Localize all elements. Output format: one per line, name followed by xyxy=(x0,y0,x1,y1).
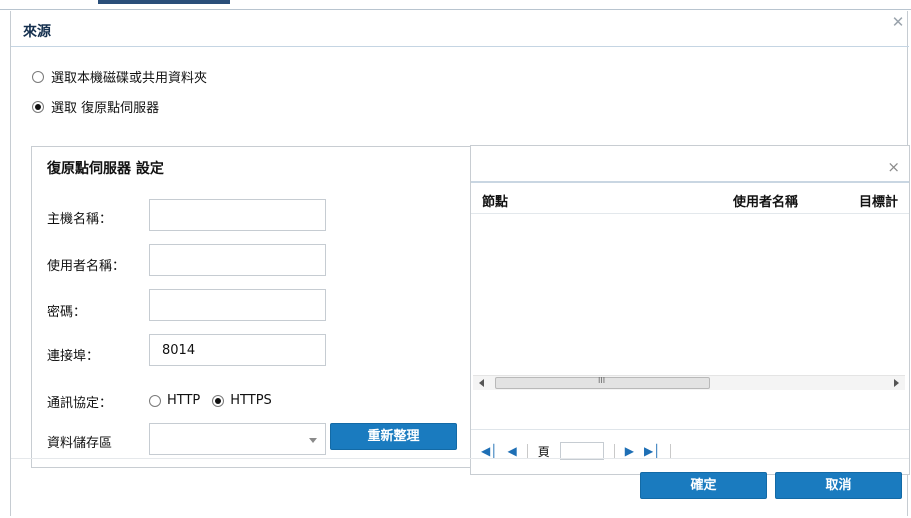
radio-local-disk[interactable] xyxy=(32,70,44,83)
host-label: 主機名稱： xyxy=(47,212,113,227)
background-tab-fragment xyxy=(98,0,230,4)
radio-rps[interactable] xyxy=(32,100,44,113)
port-label: 連接埠： xyxy=(47,349,100,364)
protocol-options: HTTP HTTPS xyxy=(149,393,272,408)
footer-divider xyxy=(11,458,909,459)
radio-local-disk-label: 選取本機磁碟或共用資料夾 xyxy=(51,71,208,86)
column-header-target[interactable]: 目標計 xyxy=(859,191,898,210)
username-label: 使用者名稱： xyxy=(47,259,126,274)
password-input[interactable] xyxy=(149,289,326,321)
node-grid-panel: × 節點 使用者名稱 目標計 III ◀│ ◀ 頁 ▶ ▶│ xyxy=(470,145,910,475)
horizontal-scrollbar[interactable]: III xyxy=(473,375,905,390)
scroll-right-icon[interactable] xyxy=(894,379,899,387)
radio-http-label: HTTP xyxy=(167,393,201,408)
pager-divider xyxy=(670,444,672,458)
radio-https[interactable] xyxy=(212,394,225,407)
dropdown-arrow-icon[interactable] xyxy=(309,438,317,443)
radio-rps-option[interactable]: 選取 復原點伺服器 xyxy=(32,97,159,116)
username-input[interactable] xyxy=(149,244,326,276)
close-icon[interactable]: ✕ xyxy=(891,15,905,30)
port-input[interactable]: 8014 xyxy=(149,334,326,366)
pager-divider xyxy=(526,444,528,458)
page-label: 頁 xyxy=(537,444,550,459)
next-page-icon[interactable]: ▶ xyxy=(625,444,634,458)
background-window-edge xyxy=(0,0,911,10)
rps-settings-panel: 復原點伺服器 設定 主機名稱： 使用者名稱： 密碼： 連接埠： 8014 通訊協… xyxy=(31,146,471,468)
radio-http[interactable] xyxy=(149,394,161,407)
last-page-icon[interactable]: ▶│ xyxy=(644,444,660,458)
grid-header: 節點 使用者名稱 目標計 xyxy=(471,184,909,214)
password-label: 密碼： xyxy=(47,305,87,320)
scroll-thumb[interactable]: III xyxy=(495,376,710,389)
cancel-button[interactable]: 取消 xyxy=(775,472,902,499)
column-header-node[interactable]: 節點 xyxy=(482,191,508,210)
column-header-username[interactable]: 使用者名稱 xyxy=(733,191,798,210)
refresh-button[interactable]: 重新整理 xyxy=(330,423,457,450)
scroll-left-icon[interactable] xyxy=(479,379,484,387)
grid-toolbar: × xyxy=(471,146,909,183)
host-input[interactable] xyxy=(149,199,326,231)
radio-local-disk-option[interactable]: 選取本機磁碟或共用資料夾 xyxy=(32,67,207,86)
protocol-label: 通訊協定： xyxy=(47,396,113,411)
scroll-grip-icon: III xyxy=(598,376,606,385)
datastore-select[interactable] xyxy=(149,423,326,455)
radio-https-label: HTTPS xyxy=(230,393,272,408)
grid-body xyxy=(471,215,909,375)
settings-panel-title: 復原點伺服器 設定 xyxy=(47,161,164,177)
grid-footer-divider xyxy=(471,429,909,430)
dialog-title-bar: 來源 ✕ xyxy=(11,11,909,47)
dialog-title: 來源 xyxy=(23,24,51,40)
datastore-label: 資料儲存區 xyxy=(47,436,113,451)
pager-divider xyxy=(613,444,615,458)
prev-page-icon[interactable]: ◀ xyxy=(507,444,516,458)
grid-close-icon[interactable]: × xyxy=(887,158,900,176)
radio-rps-label: 選取 復原點伺服器 xyxy=(51,101,160,116)
ok-button[interactable]: 確定 xyxy=(640,472,767,499)
source-dialog: 來源 ✕ 選取本機磁碟或共用資料夾 選取 復原點伺服器 復原點伺服器 設定 主機… xyxy=(10,11,910,516)
first-page-icon[interactable]: ◀│ xyxy=(481,444,497,458)
